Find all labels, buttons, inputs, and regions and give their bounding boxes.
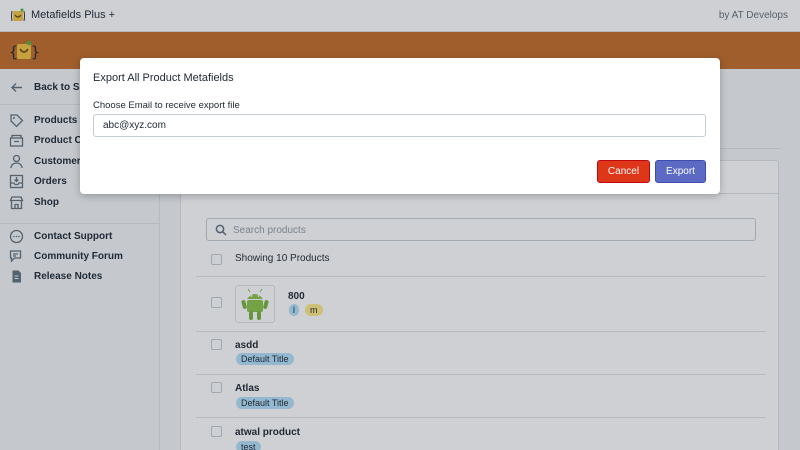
modal-title: Export All Product Metafields [93, 72, 234, 84]
export-modal: Export All Product Metafields Choose Ema… [80, 58, 720, 194]
cancel-button[interactable]: Cancel [597, 160, 650, 183]
email-field[interactable] [93, 114, 706, 137]
export-button[interactable]: Export [655, 160, 706, 183]
email-label: Choose Email to receive export file [93, 100, 240, 111]
